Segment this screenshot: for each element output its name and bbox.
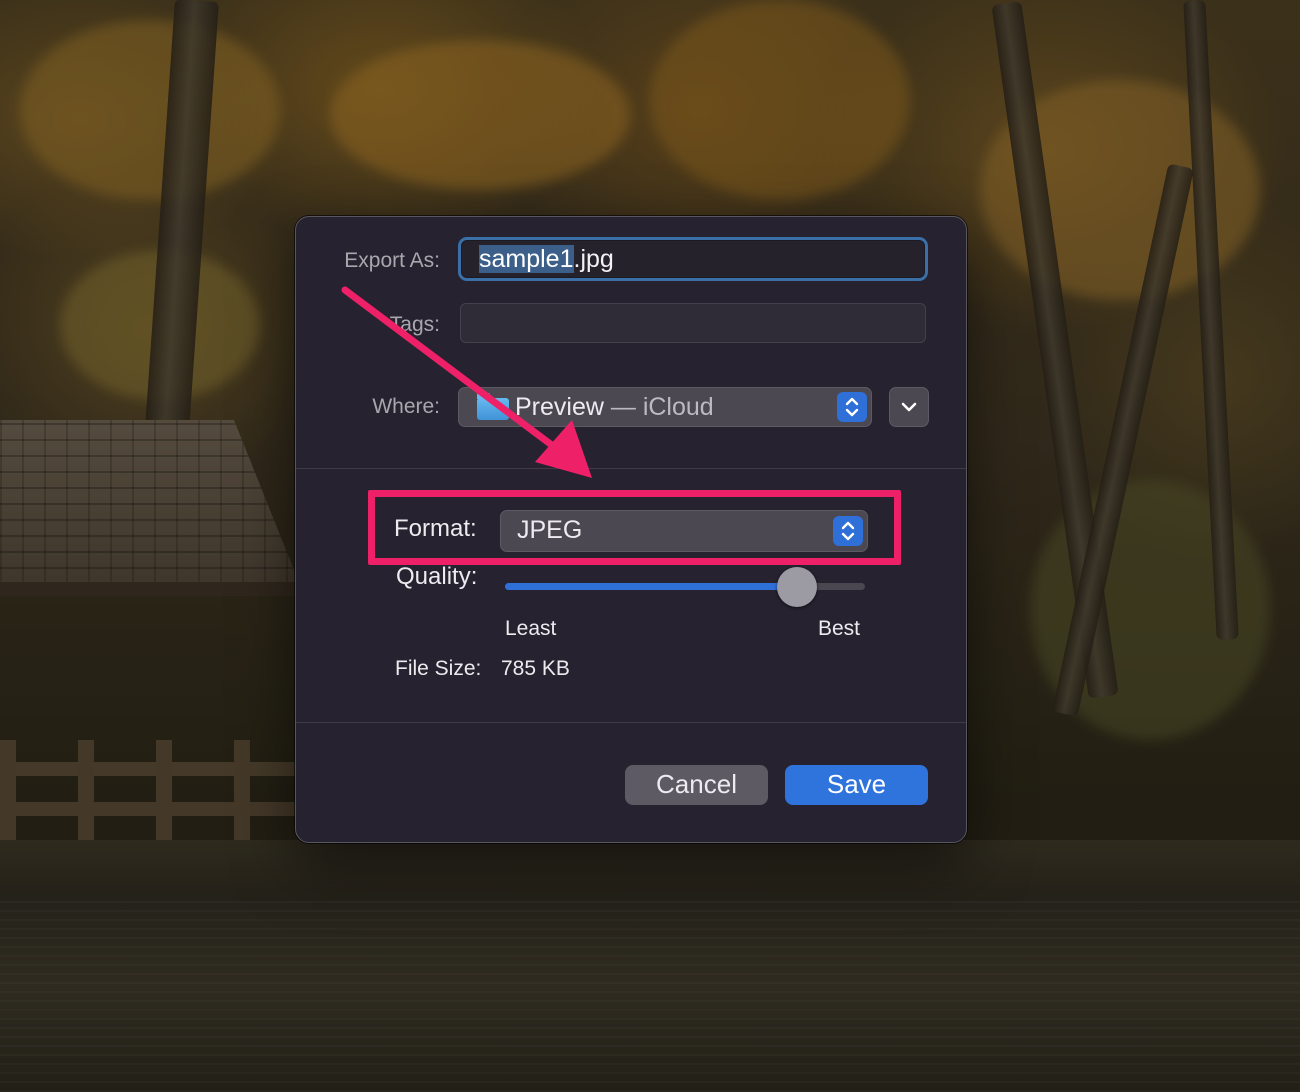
tags-field[interactable] (460, 303, 926, 343)
expand-button[interactable] (889, 387, 929, 427)
quality-label: Quality: (396, 563, 478, 590)
save-button[interactable]: Save (785, 765, 928, 805)
quality-best-label: Best (818, 617, 861, 640)
chevron-up-down-icon (837, 392, 867, 422)
tags-label: Tags: (389, 313, 440, 336)
cancel-button[interactable]: Cancel (625, 765, 768, 805)
file-size-label: File Size: (395, 657, 482, 680)
filename-selected-text: sample1 (479, 245, 574, 273)
quality-slider[interactable] (505, 567, 865, 607)
where-value: Preview — iCloud (515, 388, 714, 426)
section-divider (296, 468, 966, 469)
filename-extension: .jpg (573, 245, 614, 273)
annotation-highlight-box (368, 490, 901, 565)
quality-slider-knob[interactable] (776, 567, 817, 607)
where-folder-name: Preview (515, 393, 604, 421)
filename-field[interactable]: sample1.jpg (458, 237, 928, 281)
export-as-label: Export As: (344, 249, 440, 272)
section-divider (296, 722, 966, 723)
where-label: Where: (372, 395, 440, 418)
where-location: — iCloud (603, 393, 714, 421)
folder-icon (477, 393, 509, 420)
where-popup[interactable]: Preview — iCloud (458, 387, 872, 427)
chevron-down-icon (901, 402, 917, 412)
file-size-value: 785 KB (501, 657, 570, 680)
quality-least-label: Least (505, 617, 557, 640)
quality-slider-fill (505, 583, 797, 590)
